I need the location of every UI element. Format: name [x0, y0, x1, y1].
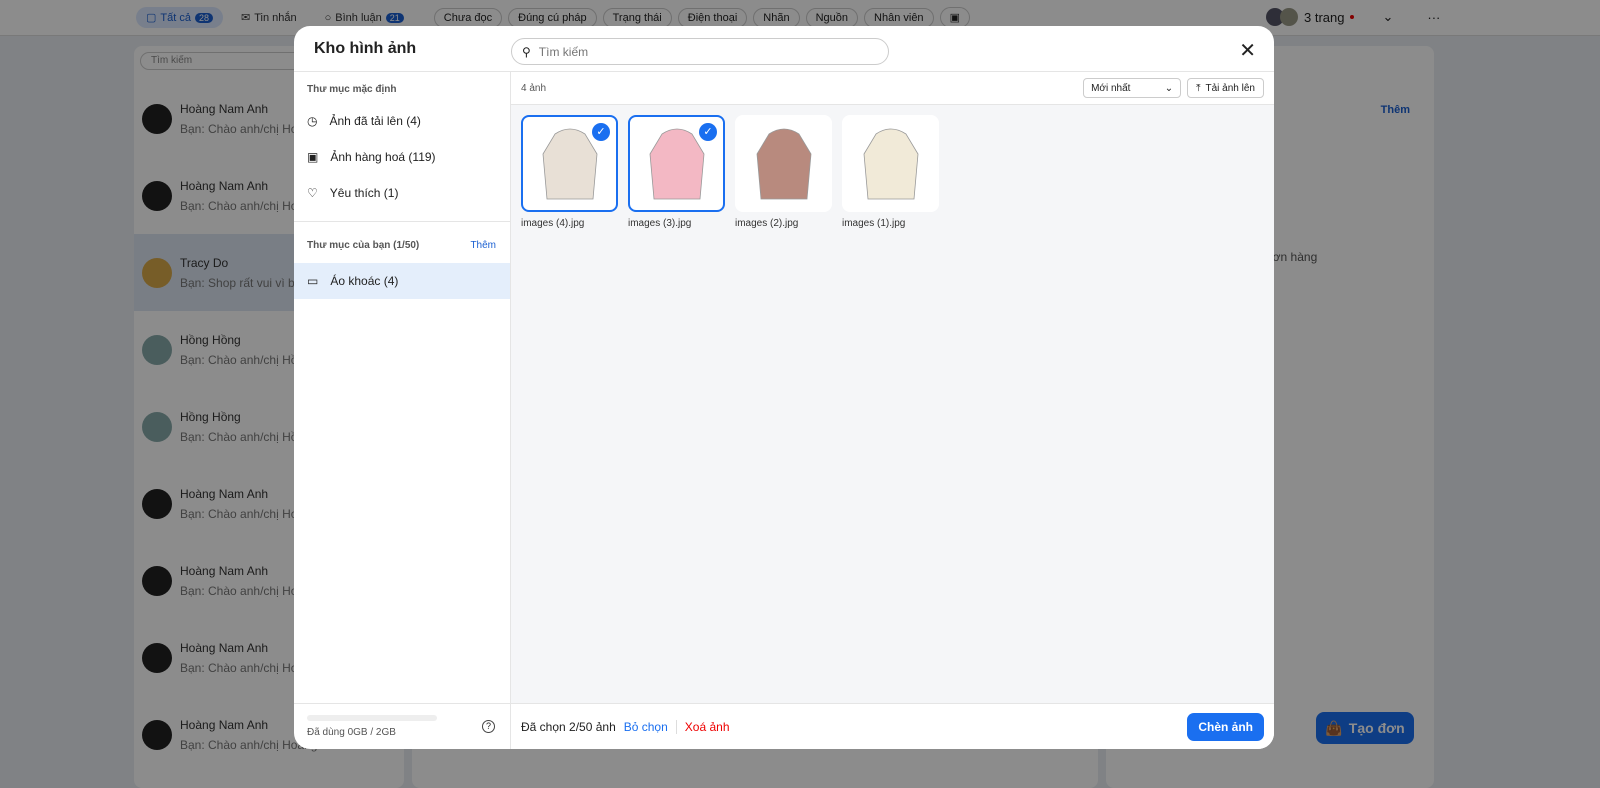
image-count: 4 ảnh [521, 82, 547, 94]
image-card[interactable]: ✓ images (3).jpg [628, 115, 725, 229]
your-folders-title: Thư mục của bạn (1/50) [307, 240, 420, 251]
add-folder-link[interactable]: Thêm [470, 240, 496, 251]
default-folders-title: Thư mục mặc định [307, 84, 397, 95]
check-icon: ✓ [699, 123, 717, 141]
image-area: 4 ảnh Mới nhất ⌄ ⤒ Tải ảnh lên ✓ images (4)… [511, 72, 1274, 749]
folder-favorites[interactable]: ♡ Yêu thích (1) [294, 175, 510, 211]
heart-icon: ♡ [307, 186, 318, 200]
chevron-down-icon: ⌄ [1164, 82, 1174, 94]
image-library-modal: Kho hình ảnh ⚲ ✕ Thư mục mặc định ◷Ảnh đ… [294, 26, 1274, 749]
image-filename: images (3).jpg [628, 218, 692, 229]
image-search[interactable]: ⚲ [511, 38, 889, 65]
image-search-input[interactable] [538, 44, 859, 59]
delete-images-button[interactable]: Xoá ảnh [685, 720, 730, 734]
image-card[interactable]: images (1).jpg [842, 115, 939, 229]
storage-usage-bar [307, 715, 437, 721]
modal-title: Kho hình ảnh [314, 39, 417, 57]
image-thumbnail[interactable] [735, 115, 832, 212]
jacket-image [756, 128, 811, 199]
selection-count: Đã chọn 2/50 ảnh [521, 719, 616, 734]
sort-select[interactable]: Mới nhất ⌄ [1083, 78, 1182, 98]
image-thumbnail[interactable]: ✓ [521, 115, 618, 212]
image-card[interactable]: ✓ images (4).jpg [521, 115, 618, 229]
image-thumbnail[interactable] [842, 115, 939, 212]
folder-icon: ▭ [307, 274, 319, 288]
image-thumbnail[interactable]: ✓ [628, 115, 725, 212]
image-filename: images (4).jpg [521, 218, 585, 229]
insert-images-button[interactable]: Chèn ảnh [1187, 712, 1264, 741]
help-icon[interactable]: ? [482, 720, 495, 733]
clock-icon: ◷ [307, 114, 318, 128]
close-icon[interactable]: ✕ [1239, 38, 1256, 63]
upload-button[interactable]: ⤒ Tải ảnh lên [1187, 78, 1264, 98]
image-icon: ▣ [307, 150, 319, 164]
folder-sidebar: Thư mục mặc định ◷ Ảnh đã tải lên (4) ▣ Ản… [294, 72, 511, 749]
jacket-image [863, 128, 918, 199]
image-filename: images (2).jpg [735, 218, 799, 229]
folder-jackets[interactable]: ▭ Áo khoác (4) [294, 263, 510, 299]
image-filename: images (1).jpg [842, 218, 906, 229]
deselect-button[interactable]: Bỏ chọn [624, 720, 668, 734]
check-icon: ✓ [592, 123, 610, 141]
storage-usage-text: Đã dùng 0GB / 2GB [307, 727, 396, 738]
folder-uploaded[interactable]: ◷ Ảnh đã tải lên (4) [294, 103, 510, 139]
upload-icon: ⤒ [1196, 82, 1201, 94]
search-icon: ⚲ [522, 44, 531, 59]
image-card[interactable]: images (2).jpg [735, 115, 832, 229]
folder-products[interactable]: ▣ Ảnh hàng hoá (119) [294, 139, 510, 175]
